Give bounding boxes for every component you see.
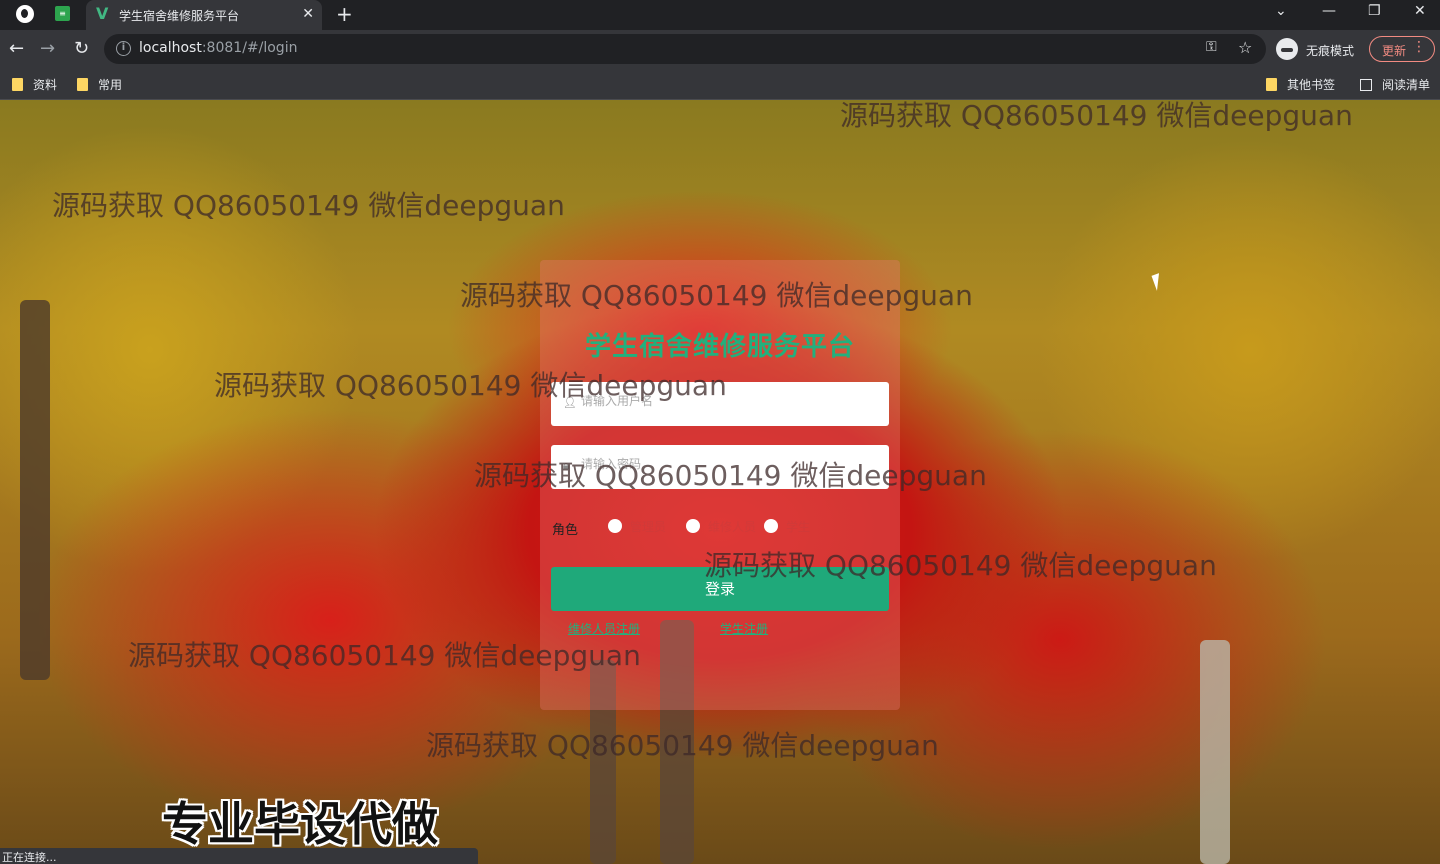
vue-favicon-icon: V — [96, 4, 109, 23]
close-tab-icon[interactable]: ✕ — [302, 6, 314, 22]
forward-icon[interactable]: → — [40, 38, 55, 59]
watermark: 源码获取 QQ86050149 微信deepguan — [474, 459, 987, 492]
menu-dots-icon[interactable]: ⋮ — [1412, 39, 1426, 55]
folder-icon — [77, 78, 88, 91]
minimize-icon[interactable]: — — [1322, 3, 1336, 19]
incognito-icon[interactable] — [1276, 38, 1298, 60]
tree-trunk — [20, 300, 50, 680]
url-text[interactable]: localhost:8081/#/login — [139, 40, 297, 56]
browser-toolbar: ← → ↻ i localhost:8081/#/login ⚿ ☆ — [0, 30, 1440, 68]
role-radio-repair[interactable] — [686, 519, 700, 533]
promo-text: 专业毕设代做 — [162, 797, 438, 851]
role-label-student[interactable]: 学生 — [786, 518, 810, 535]
status-text: 正在连接... — [2, 851, 57, 864]
address-bar[interactable]: i localhost:8081/#/login ⚿ ☆ — [104, 34, 1266, 64]
bookmark-folder-changyong[interactable]: 常用 — [77, 76, 122, 93]
role-radio-admin[interactable] — [608, 519, 622, 533]
role-label: 角色 — [552, 523, 579, 538]
watermark: 源码获取 QQ86050149 微信deepguan — [840, 100, 1353, 132]
globe-icon[interactable] — [16, 5, 34, 23]
watermark: 源码获取 QQ86050149 微信deepguan — [426, 729, 939, 762]
page-title: 学生宿舍维修服务平台 — [584, 332, 855, 362]
reading-list[interactable]: 阅读清单 — [1360, 76, 1430, 93]
incognito-label[interactable]: 无痕模式 — [1306, 42, 1354, 59]
bookmark-folder-ziliao[interactable]: 资料 — [12, 76, 57, 93]
watermark: 源码获取 QQ86050149 微信deepguan — [704, 549, 1217, 582]
role-radio-student[interactable] — [764, 519, 778, 533]
folder-icon — [12, 78, 23, 91]
star-icon[interactable]: ☆ — [1238, 38, 1252, 57]
update-label: 更新 — [1382, 44, 1407, 58]
reload-icon[interactable]: ↻ — [74, 38, 89, 59]
watermark: 源码获取 QQ86050149 微信deepguan — [52, 189, 565, 222]
page-background: 学生宿舍维修服务平台 👤︎ 🔒︎ 角色 管理员 维修人员 学生 登录 维修人员注… — [0, 100, 1440, 864]
watermark: 源码获取 QQ86050149 微信deepguan — [128, 639, 641, 672]
tab-search-chevron-icon[interactable]: ⌄ — [1275, 3, 1287, 19]
pinned-tab-icon[interactable]: ≡ — [55, 6, 70, 21]
mouse-cursor-icon — [1151, 273, 1165, 291]
site-info-icon[interactable]: i — [116, 41, 131, 56]
reading-list-icon — [1360, 79, 1372, 91]
update-button[interactable]: 更新 ⋮ — [1369, 36, 1435, 62]
status-bar: 正在连接... — [0, 848, 478, 864]
student-register-link[interactable]: 学生注册 — [720, 620, 768, 637]
tab-strip: ≡ V 学生宿舍维修服务平台 ✕ + ⌄ — ❐ ✕ — [0, 0, 1440, 30]
bookmarks-bar: 资料 常用 其他书签 阅读清单 — [0, 68, 1440, 100]
key-icon[interactable]: ⚿ — [1206, 39, 1217, 55]
other-bookmarks[interactable]: 其他书签 — [1266, 76, 1335, 93]
back-icon[interactable]: ← — [9, 38, 24, 59]
role-label-admin[interactable]: 管理员 — [630, 518, 666, 535]
watermark: 源码获取 QQ86050149 微信deepguan — [214, 369, 727, 402]
role-label-repair[interactable]: 维修人员 — [708, 518, 756, 535]
watermark: 源码获取 QQ86050149 微信deepguan — [460, 279, 973, 312]
close-window-icon[interactable]: ✕ — [1414, 3, 1426, 19]
folder-icon — [1266, 78, 1277, 91]
tab-title: 学生宿舍维修服务平台 — [119, 9, 240, 23]
new-tab-button[interactable]: + — [336, 2, 353, 26]
restore-icon[interactable]: ❐ — [1368, 3, 1381, 19]
active-tab[interactable]: V 学生宿舍维修服务平台 ✕ — [86, 0, 322, 30]
tree-trunk — [1200, 640, 1230, 864]
